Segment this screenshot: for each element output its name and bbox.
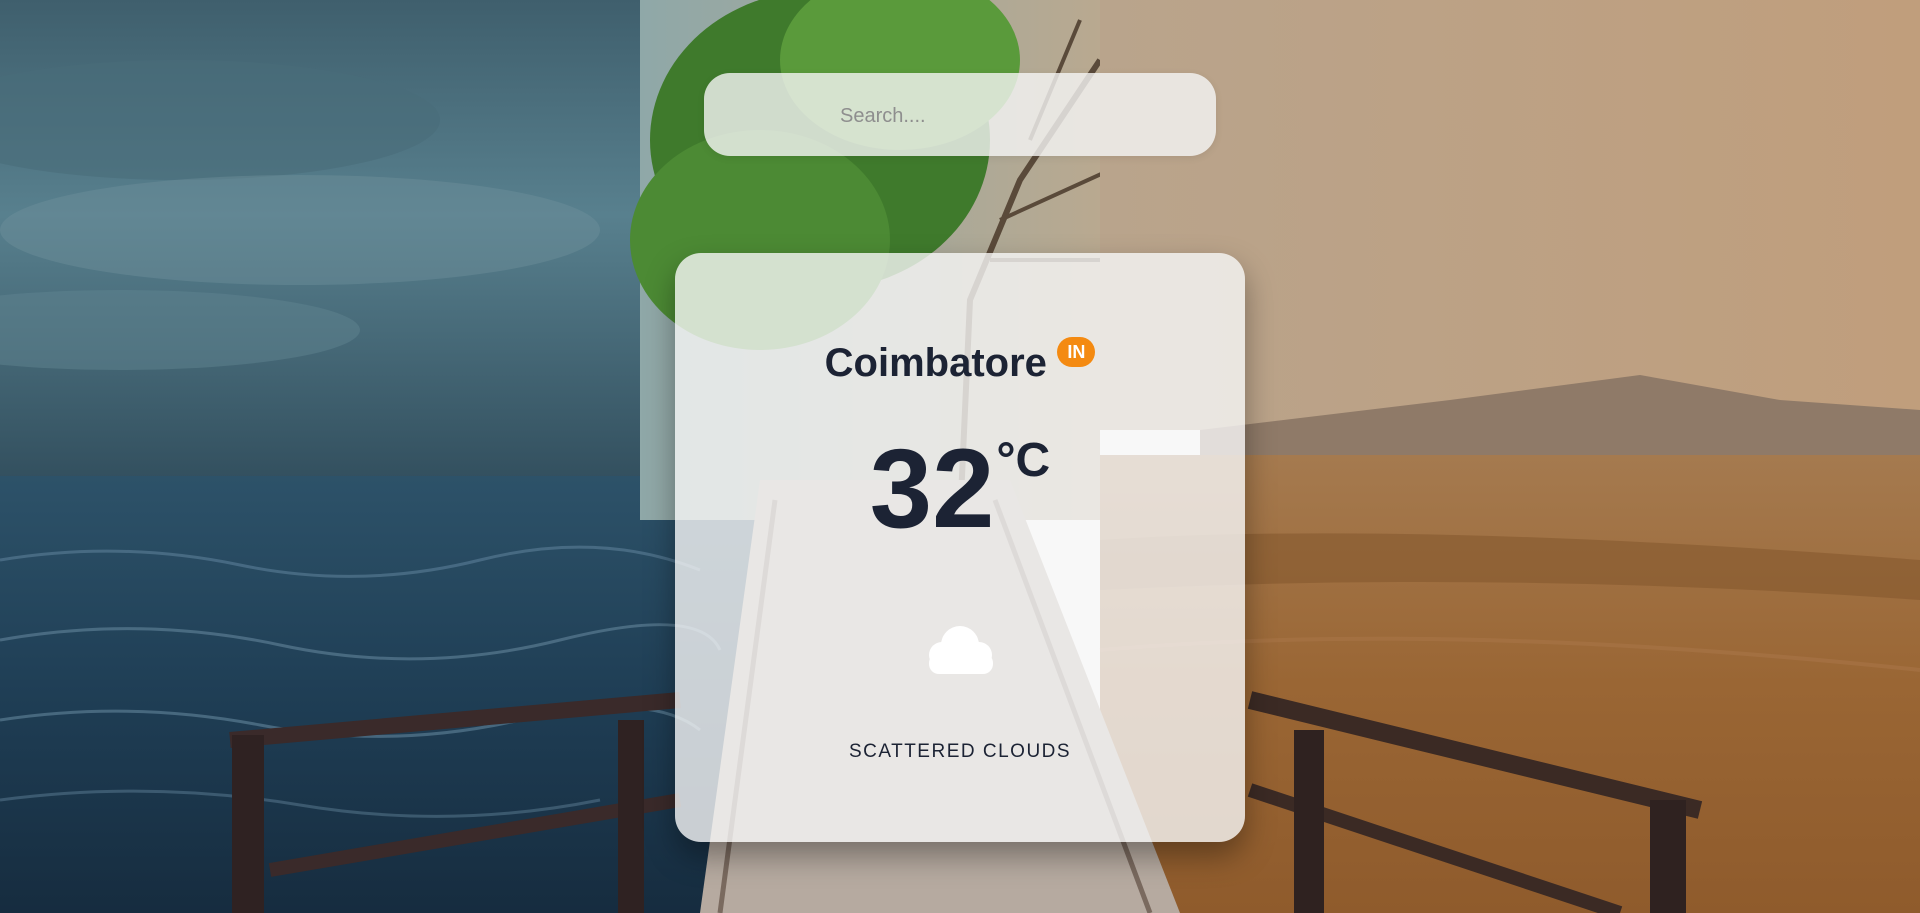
search-bar xyxy=(704,73,1216,156)
location-row: Coimbatore IN xyxy=(675,336,1245,386)
weather-app: Coimbatore IN 32°C SCATTERED CLOUDS xyxy=(0,0,1920,913)
city-name: Coimbatore xyxy=(824,341,1047,385)
temperature-unit: °C xyxy=(996,434,1051,487)
cloud-icon xyxy=(915,619,1005,679)
search-input[interactable] xyxy=(838,97,1182,135)
weather-card: Coimbatore IN 32°C SCATTERED CLOUDS xyxy=(675,253,1245,842)
weather-description: SCATTERED CLOUDS xyxy=(848,741,1072,762)
temperature-value: 32 xyxy=(869,426,995,551)
temperature-display: 32°C xyxy=(675,433,1245,545)
country-badge: IN xyxy=(1057,336,1096,367)
